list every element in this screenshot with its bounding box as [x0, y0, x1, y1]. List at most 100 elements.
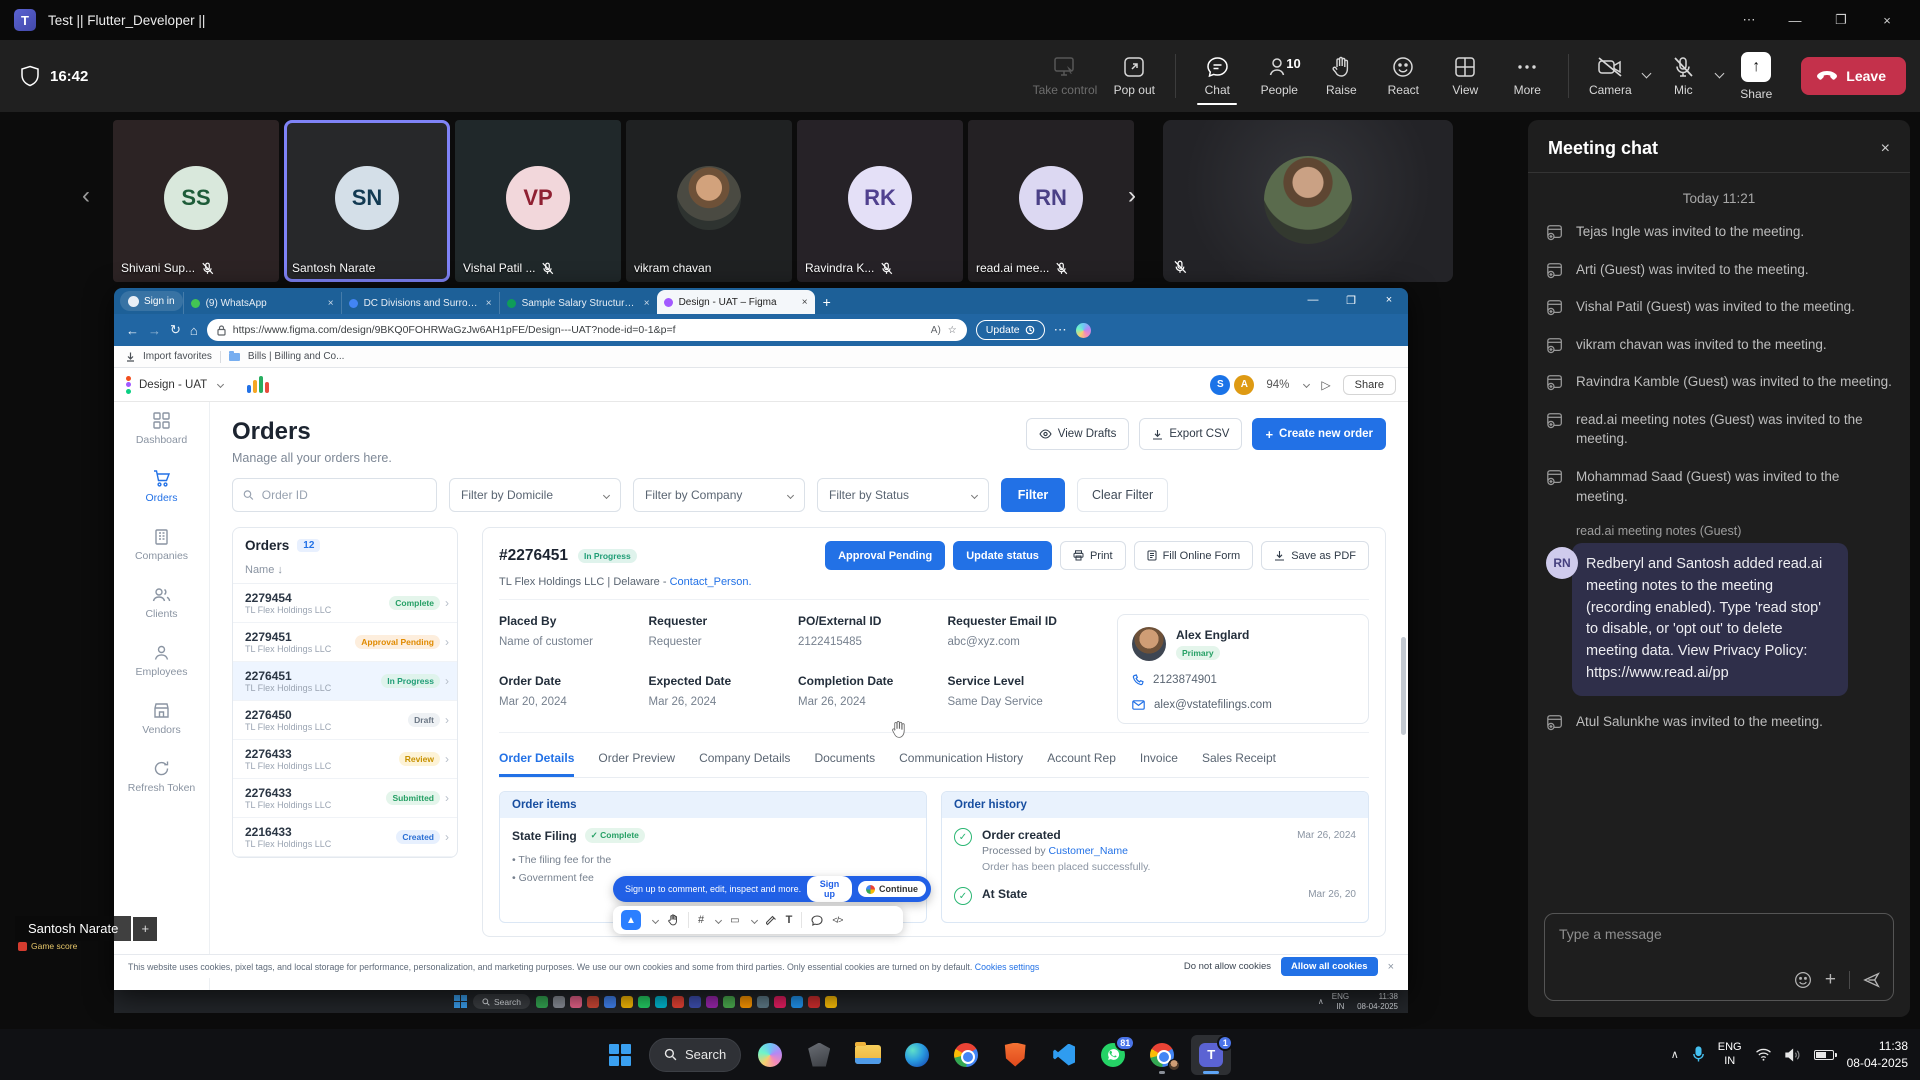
presenter-video-tile[interactable] — [1163, 120, 1453, 282]
cookies-settings-link[interactable]: Cookies settings — [975, 962, 1040, 972]
customer-name-link[interactable]: Customer_Name — [1049, 845, 1128, 857]
react-button[interactable]: React — [1372, 46, 1434, 106]
favorite-star-icon[interactable]: ☆ — [948, 325, 957, 336]
attach-plus-icon[interactable]: + — [1825, 969, 1836, 991]
order-list-row[interactable]: 2216433 TL Flex Holdings LLC Created › — [233, 818, 457, 857]
participant-tile[interactable]: RN read.ai mee... — [968, 120, 1134, 282]
update-status-button[interactable]: Update status — [953, 541, 1052, 570]
dev-mode-icon[interactable]: </> — [832, 915, 842, 925]
participant-tile[interactable]: vikram chavan — [626, 120, 792, 282]
text-tool-icon[interactable]: T — [786, 914, 793, 926]
participant-tile[interactable]: RK Ravindra K... — [797, 120, 963, 282]
order-id-search[interactable] — [232, 478, 437, 512]
forward-icon[interactable]: → — [148, 323, 161, 338]
cookie-close-icon[interactable]: × — [1388, 961, 1394, 973]
chat-button[interactable]: Chat — [1186, 46, 1248, 106]
vscode-button[interactable] — [1044, 1035, 1084, 1075]
detail-tab[interactable]: Order Preview — [598, 751, 675, 777]
raise-hand-button[interactable]: Raise — [1310, 46, 1372, 106]
pop-out-button[interactable]: Pop out — [1103, 46, 1165, 106]
tray-mic-icon[interactable] — [1692, 1046, 1705, 1063]
hand-tool-icon[interactable] — [667, 914, 679, 926]
whatsapp-button[interactable]: 81 — [1093, 1035, 1133, 1075]
mic-options-chevron-icon[interactable] — [1715, 69, 1725, 79]
contact-phone[interactable]: 2123874901 — [1153, 674, 1217, 686]
sidebar-item-clients[interactable]: Clients — [145, 586, 177, 620]
participant-tile[interactable]: SN Santosh Narate — [284, 120, 450, 282]
browser-more-icon[interactable]: ⋯ — [1054, 322, 1067, 338]
sidebar-item-refresh-token[interactable]: Refresh Token — [128, 760, 196, 794]
browser-profile-button[interactable]: Sign in — [120, 291, 183, 311]
speaker-icon[interactable] — [1785, 1048, 1801, 1062]
figma-present-icon[interactable]: ▷ — [1321, 378, 1330, 392]
contact-email[interactable]: alex@vstatefilings.com — [1154, 699, 1272, 711]
window-minimize-button[interactable]: — — [1772, 0, 1818, 40]
orders-sort-header[interactable]: Name ↓ — [233, 560, 457, 584]
chat-close-icon[interactable]: × — [1881, 140, 1890, 158]
order-list-row[interactable]: 2276450 TL Flex Holdings LLC Draft › — [233, 701, 457, 740]
people-button[interactable]: 10 People — [1248, 46, 1310, 106]
approval-pending-button[interactable]: Approval Pending — [825, 541, 945, 570]
move-tool-icon[interactable]: ▲ — [621, 910, 641, 930]
view-button[interactable]: View — [1434, 46, 1496, 106]
order-list-row[interactable]: 2279451 TL Flex Holdings LLC Approval Pe… — [233, 623, 457, 662]
wifi-icon[interactable] — [1755, 1048, 1772, 1061]
chevron-down-icon[interactable] — [751, 916, 758, 923]
read-aloud-icon[interactable]: A) — [931, 325, 941, 336]
taskbar-search[interactable]: Search — [649, 1038, 741, 1072]
deny-cookies-button[interactable]: Do not allow cookies — [1184, 961, 1271, 972]
emoji-icon[interactable] — [1794, 971, 1812, 989]
sidebar-item-orders[interactable]: Orders — [145, 470, 177, 504]
leave-button[interactable]: Leave — [1801, 57, 1906, 95]
view-drafts-button[interactable]: View Drafts — [1026, 418, 1130, 450]
detail-tab[interactable]: Order Details — [499, 751, 574, 777]
language-indicator[interactable]: ENGIN — [1718, 1041, 1742, 1067]
figma-file-name[interactable]: Design - UAT — [139, 379, 207, 391]
window-more-button[interactable]: ⋯ — [1726, 0, 1772, 40]
frame-tool-icon[interactable]: # — [698, 914, 704, 926]
figma-collaborator-avatar[interactable]: A — [1234, 375, 1254, 395]
battery-icon[interactable] — [1814, 1050, 1834, 1060]
participant-tile[interactable]: SS Shivani Sup... — [113, 120, 279, 282]
tiles-scroll-left-chevron-icon[interactable]: ‹ — [82, 182, 90, 210]
clear-filter-button[interactable]: Clear Filter — [1077, 478, 1168, 512]
copilot-icon[interactable] — [1076, 323, 1091, 338]
pen-tool-icon[interactable] — [766, 915, 777, 926]
tab-close-icon[interactable]: × — [486, 298, 492, 309]
detail-tab[interactable]: Communication History — [899, 751, 1023, 777]
shape-tool-icon[interactable]: ▭ — [730, 915, 739, 926]
allow-cookies-button[interactable]: Allow all cookies — [1281, 957, 1378, 976]
filter-dropdown[interactable]: Filter by Status — [817, 478, 989, 512]
figma-collaborator-avatar[interactable]: S — [1210, 375, 1230, 395]
order-id-input[interactable] — [262, 488, 426, 502]
detail-tab[interactable]: Invoice — [1140, 751, 1178, 777]
create-new-order-button[interactable]: + Create new order — [1252, 418, 1386, 450]
tiles-scroll-right-chevron-icon[interactable]: › — [1128, 182, 1136, 210]
print-button[interactable]: Print — [1060, 541, 1126, 570]
browser-tab[interactable]: DC Divisions and Surroundings × — [341, 292, 499, 314]
participant-tile[interactable]: VP Vishal Patil ... — [455, 120, 621, 282]
order-list-row[interactable]: 2279454 TL Flex Holdings LLC Complete › — [233, 584, 457, 623]
browser-minimize-button[interactable]: — — [1294, 288, 1332, 312]
brave-button[interactable] — [995, 1035, 1035, 1075]
tab-close-icon[interactable]: × — [328, 298, 334, 309]
figma-zoom-level[interactable]: 94% — [1266, 379, 1289, 391]
copilot-app-button[interactable] — [750, 1035, 790, 1075]
detail-tab[interactable]: Account Rep — [1047, 751, 1116, 777]
filter-dropdown[interactable]: Filter by Company — [633, 478, 805, 512]
chrome-profile-button[interactable] — [1142, 1035, 1182, 1075]
browser-maximize-button[interactable]: ❐ — [1332, 288, 1370, 312]
mic-button[interactable]: Mic — [1652, 46, 1714, 106]
sidebar-item-companies[interactable]: Companies — [135, 528, 188, 562]
back-icon[interactable]: ← — [126, 323, 139, 338]
sidebar-item-employees[interactable]: Employees — [136, 644, 188, 678]
order-list-row[interactable]: 2276433 TL Flex Holdings LLC Review › — [233, 740, 457, 779]
shield-app-button[interactable] — [799, 1035, 839, 1075]
refresh-icon[interactable]: ↻ — [170, 322, 181, 338]
save-as-pdf-button[interactable]: Save as PDF — [1261, 541, 1369, 570]
tray-chevron-up-icon[interactable]: ∧ — [1671, 1048, 1679, 1061]
figma-share-button[interactable]: Share — [1343, 375, 1396, 395]
take-control-button[interactable]: Take control — [1027, 46, 1104, 106]
import-favorites-link[interactable]: Import favorites — [143, 351, 212, 362]
order-list-row[interactable]: 2276433 TL Flex Holdings LLC Submitted › — [233, 779, 457, 818]
